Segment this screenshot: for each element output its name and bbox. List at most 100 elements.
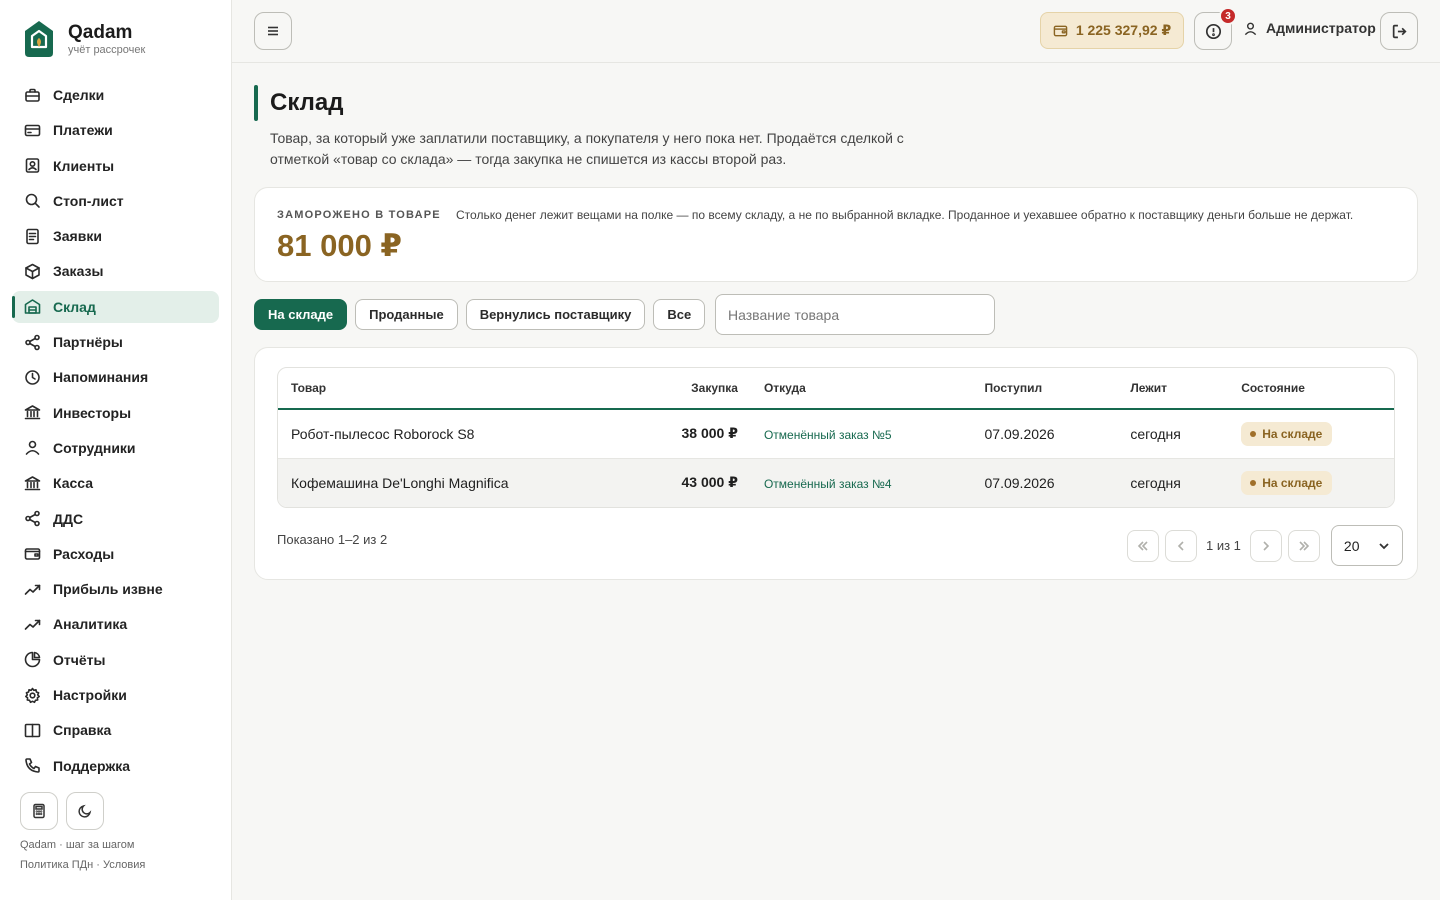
title-accent-bar bbox=[254, 85, 258, 121]
sidebar-item-label: Инвесторы bbox=[53, 404, 132, 421]
user-icon bbox=[24, 439, 41, 456]
chevrons-right-icon bbox=[1299, 540, 1310, 551]
sidebar-item-label: Заявки bbox=[53, 228, 102, 245]
tab-1[interactable]: Проданные bbox=[355, 299, 458, 330]
column-header-received[interactable]: Поступил bbox=[971, 368, 1118, 410]
sidebar-footer-links[interactable]: Политика ПДн · Условия bbox=[20, 859, 145, 871]
stock-tabs: На складе Проданные Вернулись поставщику Вс… bbox=[254, 299, 706, 330]
phone-icon bbox=[24, 757, 41, 774]
cell-source-link[interactable]: Отменённый заказ №4 bbox=[764, 477, 892, 491]
stock-table: Товар Закупка Откуда Поступил Лежит Сост… bbox=[277, 367, 1395, 508]
stock-table-card: Товар Закупка Откуда Поступил Лежит Сост… bbox=[254, 347, 1418, 580]
sidebar-item-1[interactable]: Платежи bbox=[12, 114, 219, 146]
trend-icon bbox=[24, 581, 41, 598]
sidebar-item-label: Клиенты bbox=[53, 157, 115, 174]
sidebar-item-10[interactable]: Сотрудники bbox=[12, 432, 219, 464]
sidebar-tools bbox=[20, 792, 104, 830]
cell-source-link[interactable]: Отменённый заказ №5 bbox=[764, 428, 892, 442]
column-header-source[interactable]: Откуда bbox=[750, 368, 972, 410]
sidebar-item-13[interactable]: Расходы bbox=[12, 538, 219, 570]
column-header-purchase[interactable]: Закупка bbox=[614, 368, 751, 410]
wallet-icon bbox=[1053, 25, 1068, 37]
calculator-icon bbox=[33, 803, 45, 819]
next-page-button[interactable] bbox=[1249, 529, 1282, 562]
sidebar-item-label: Настройки bbox=[53, 687, 127, 704]
document-icon bbox=[24, 228, 41, 245]
sidebar-item-7[interactable]: Партнёры bbox=[12, 326, 219, 358]
sidebar-item-17[interactable]: Настройки bbox=[12, 679, 219, 711]
sidebar-item-8[interactable]: Напоминания bbox=[12, 361, 219, 393]
logout-icon bbox=[1392, 24, 1407, 38]
sidebar-item-12[interactable]: ДДС bbox=[12, 503, 219, 535]
sidebar-item-4[interactable]: Заявки bbox=[12, 220, 219, 252]
share-icon bbox=[24, 334, 41, 351]
sidebar-item-label: Поддержка bbox=[53, 757, 131, 774]
sidebar-item-19[interactable]: Поддержка bbox=[12, 750, 219, 782]
sidebar-item-16[interactable]: Отчёты bbox=[12, 644, 219, 676]
tab-3[interactable]: Все bbox=[653, 299, 706, 330]
gear-icon bbox=[24, 687, 41, 704]
cell-product: Кофемашина De'Longhi Magnifica bbox=[278, 458, 615, 507]
table-row[interactable]: Робот-пылесос Roborock S8 38 000 ₽ Отменён… bbox=[278, 409, 1394, 459]
brand[interactable]: Qadam учёт рассрочек bbox=[24, 20, 145, 58]
status-badge: На складе bbox=[1241, 421, 1333, 446]
cell-purchase: 38 000 ₽ bbox=[614, 409, 751, 459]
clock-icon bbox=[24, 369, 41, 386]
chevron-right-icon bbox=[1263, 540, 1270, 551]
cash-balance-button[interactable]: 1 225 327,92 ₽ bbox=[1040, 12, 1184, 49]
contact-icon bbox=[24, 157, 41, 174]
sidebar-item-11[interactable]: Касса bbox=[12, 467, 219, 499]
sidebar-item-label: Стоп-лист bbox=[53, 192, 124, 209]
page-size-select[interactable]: 20 bbox=[1330, 525, 1403, 566]
bank-icon bbox=[24, 404, 41, 421]
user-menu[interactable]: Администратор bbox=[1243, 20, 1376, 36]
sidebar-item-label: Расходы bbox=[53, 545, 115, 562]
shown-range-text: Показано 1–2 из 2 bbox=[277, 532, 388, 547]
status-badge: На складе bbox=[1241, 470, 1333, 495]
column-header-product[interactable]: Товар bbox=[278, 368, 615, 410]
prev-page-button[interactable] bbox=[1165, 529, 1197, 562]
sidebar-item-label: Напоминания bbox=[53, 369, 149, 386]
search-icon bbox=[24, 192, 41, 209]
theme-toggle-button[interactable] bbox=[66, 792, 104, 830]
cell-lying: сегодня bbox=[1117, 409, 1229, 459]
sidebar-item-5[interactable]: Заказы bbox=[12, 255, 219, 287]
topbar: 1 225 327,92 ₽ 3 Администратор bbox=[232, 0, 1440, 63]
calculator-button[interactable] bbox=[20, 792, 58, 830]
alerts-count-badge: 3 bbox=[1219, 7, 1237, 25]
status-dot-icon bbox=[1250, 430, 1257, 437]
sidebar-nav: Сделки Платежи Клиенты Стоп-лист Заявки Заказ… bbox=[12, 79, 219, 785]
product-search-input[interactable] bbox=[715, 294, 995, 335]
status-text: На складе bbox=[1262, 475, 1323, 490]
cell-received: 07.09.2026 bbox=[971, 409, 1118, 459]
first-page-button[interactable] bbox=[1127, 529, 1159, 562]
column-header-lying[interactable]: Лежит bbox=[1117, 368, 1229, 410]
sidebar-item-0[interactable]: Сделки bbox=[12, 79, 219, 111]
tab-0[interactable]: На складе bbox=[254, 299, 348, 330]
sidebar-item-18[interactable]: Справка bbox=[12, 714, 219, 746]
sidebar-item-14[interactable]: Прибыль извне bbox=[12, 573, 219, 605]
sidebar-footer-tagline: Qadam · шаг за шагом bbox=[20, 839, 135, 851]
table-header-row: Товар Закупка Откуда Поступил Лежит Сост… bbox=[278, 368, 1394, 410]
sidebar-item-15[interactable]: Аналитика bbox=[12, 608, 219, 640]
menu-toggle-button[interactable] bbox=[254, 12, 292, 50]
card-icon bbox=[24, 122, 41, 139]
page-info: 1 из 1 bbox=[1206, 538, 1241, 553]
sidebar-item-label: Касса bbox=[53, 475, 94, 492]
page-description: Товар, за который уже заплатили поставщи… bbox=[270, 130, 904, 167]
alerts-button[interactable]: 3 bbox=[1194, 7, 1237, 50]
briefcase-icon bbox=[24, 87, 41, 104]
sidebar-item-3[interactable]: Стоп-лист bbox=[12, 185, 219, 217]
sidebar-item-2[interactable]: Клиенты bbox=[12, 150, 219, 182]
sidebar-item-9[interactable]: Инвесторы bbox=[12, 397, 219, 429]
cell-received: 07.09.2026 bbox=[971, 458, 1118, 507]
table-row[interactable]: Кофемашина De'Longhi Magnifica 43 000 ₽ От… bbox=[278, 458, 1394, 507]
chevron-down-icon bbox=[1379, 542, 1389, 549]
last-page-button[interactable] bbox=[1287, 529, 1320, 562]
user-icon bbox=[1244, 22, 1257, 35]
column-header-status[interactable]: Состояние bbox=[1228, 368, 1394, 410]
logout-button[interactable] bbox=[1380, 12, 1418, 50]
sidebar-item-label: Партнёры bbox=[53, 334, 123, 351]
sidebar-item-6[interactable]: Склад bbox=[12, 290, 219, 323]
tab-2[interactable]: Вернулись поставщику bbox=[465, 299, 646, 330]
